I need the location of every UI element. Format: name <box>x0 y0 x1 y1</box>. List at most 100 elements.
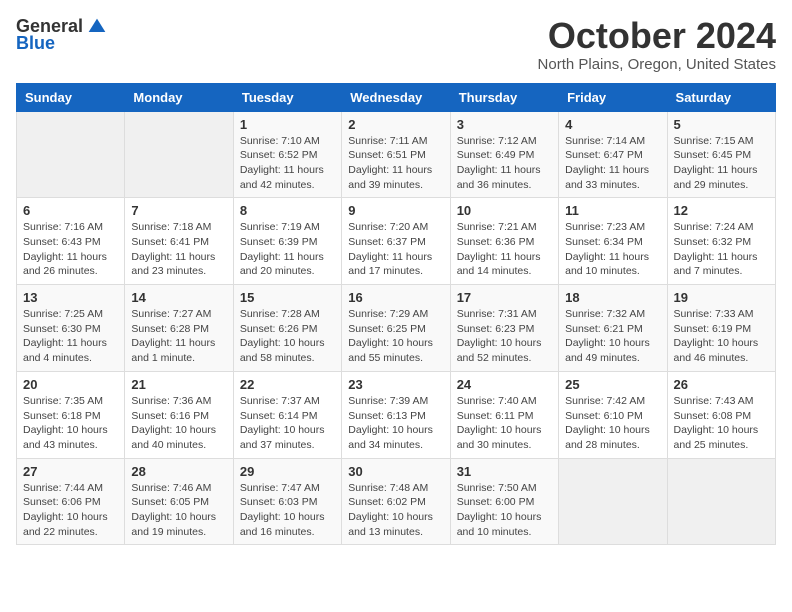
day-number: 11 <box>565 203 660 218</box>
day-info: Sunrise: 7:15 AM Sunset: 6:45 PM Dayligh… <box>674 134 769 193</box>
calendar-cell <box>125 111 233 198</box>
calendar-cell: 26 Sunrise: 7:43 AM Sunset: 6:08 PM Dayli… <box>667 371 775 458</box>
day-number: 8 <box>240 203 335 218</box>
calendar-cell: 12 Sunrise: 7:24 AM Sunset: 6:32 PM Dayli… <box>667 198 775 285</box>
weekday-header-friday: Friday <box>559 83 667 111</box>
calendar-cell: 20 Sunrise: 7:35 AM Sunset: 6:18 PM Dayli… <box>17 371 125 458</box>
day-info: Sunrise: 7:14 AM Sunset: 6:47 PM Dayligh… <box>565 134 660 193</box>
day-info: Sunrise: 7:46 AM Sunset: 6:05 PM Dayligh… <box>131 481 226 540</box>
day-info: Sunrise: 7:39 AM Sunset: 6:13 PM Dayligh… <box>348 394 443 453</box>
calendar-cell: 2 Sunrise: 7:11 AM Sunset: 6:51 PM Daylig… <box>342 111 450 198</box>
day-info: Sunrise: 7:43 AM Sunset: 6:08 PM Dayligh… <box>674 394 769 453</box>
calendar-cell: 13Sunrise: 7:25 AM Sunset: 6:30 PM Dayli… <box>17 285 125 372</box>
day-info: Sunrise: 7:35 AM Sunset: 6:18 PM Dayligh… <box>23 394 118 453</box>
day-number: 15 <box>240 290 335 305</box>
calendar-cell: 29Sunrise: 7:47 AM Sunset: 6:03 PM Dayli… <box>233 458 341 545</box>
calendar-table: SundayMondayTuesdayWednesdayThursdayFrid… <box>16 83 776 546</box>
day-info: Sunrise: 7:37 AM Sunset: 6:14 PM Dayligh… <box>240 394 335 453</box>
day-number: 5 <box>674 117 769 132</box>
calendar-cell: 25Sunrise: 7:42 AM Sunset: 6:10 PM Dayli… <box>559 371 667 458</box>
weekday-header-wednesday: Wednesday <box>342 83 450 111</box>
week-row-4: 20 Sunrise: 7:35 AM Sunset: 6:18 PM Dayli… <box>17 371 776 458</box>
day-info: Sunrise: 7:24 AM Sunset: 6:32 PM Dayligh… <box>674 220 769 279</box>
calendar-cell: 7 Sunrise: 7:18 AM Sunset: 6:41 PM Daylig… <box>125 198 233 285</box>
day-number: 30 <box>348 464 443 479</box>
calendar-cell: 17 Sunrise: 7:31 AM Sunset: 6:23 PM Dayli… <box>450 285 558 372</box>
calendar-cell: 3 Sunrise: 7:12 AM Sunset: 6:49 PM Daylig… <box>450 111 558 198</box>
calendar-cell: 27 Sunrise: 7:44 AM Sunset: 6:06 PM Dayli… <box>17 458 125 545</box>
day-info: Sunrise: 7:42 AM Sunset: 6:10 PM Dayligh… <box>565 394 660 453</box>
weekday-header-saturday: Saturday <box>667 83 775 111</box>
calendar-cell: 24 Sunrise: 7:40 AM Sunset: 6:11 PM Dayli… <box>450 371 558 458</box>
day-number: 19 <box>674 290 769 305</box>
day-number: 18 <box>565 290 660 305</box>
day-info: Sunrise: 7:40 AM Sunset: 6:11 PM Dayligh… <box>457 394 552 453</box>
calendar-cell: 8 Sunrise: 7:19 AM Sunset: 6:39 PM Daylig… <box>233 198 341 285</box>
day-number: 4 <box>565 117 660 132</box>
calendar-cell <box>559 458 667 545</box>
day-number: 9 <box>348 203 443 218</box>
day-info: Sunrise: 7:16 AM Sunset: 6:43 PM Dayligh… <box>23 220 118 279</box>
day-info: Sunrise: 7:10 AM Sunset: 6:52 PM Dayligh… <box>240 134 335 193</box>
weekday-header-thursday: Thursday <box>450 83 558 111</box>
logo: General Blue <box>16 16 107 54</box>
weekday-header-tuesday: Tuesday <box>233 83 341 111</box>
day-number: 23 <box>348 377 443 392</box>
day-number: 28 <box>131 464 226 479</box>
calendar-cell <box>667 458 775 545</box>
calendar-cell: 22Sunrise: 7:37 AM Sunset: 6:14 PM Dayli… <box>233 371 341 458</box>
calendar-cell: 23 Sunrise: 7:39 AM Sunset: 6:13 PM Dayli… <box>342 371 450 458</box>
weekday-header-monday: Monday <box>125 83 233 111</box>
title-section: October 2024 North Plains, Oregon, Unite… <box>538 16 776 73</box>
weekday-header-row: SundayMondayTuesdayWednesdayThursdayFrid… <box>17 83 776 111</box>
day-number: 2 <box>348 117 443 132</box>
day-number: 20 <box>23 377 118 392</box>
day-number: 10 <box>457 203 552 218</box>
day-number: 24 <box>457 377 552 392</box>
calendar-cell <box>17 111 125 198</box>
day-info: Sunrise: 7:12 AM Sunset: 6:49 PM Dayligh… <box>457 134 552 193</box>
calendar-cell: 15Sunrise: 7:28 AM Sunset: 6:26 PM Dayli… <box>233 285 341 372</box>
day-info: Sunrise: 7:31 AM Sunset: 6:23 PM Dayligh… <box>457 307 552 366</box>
week-row-3: 13Sunrise: 7:25 AM Sunset: 6:30 PM Dayli… <box>17 285 776 372</box>
day-number: 27 <box>23 464 118 479</box>
day-info: Sunrise: 7:11 AM Sunset: 6:51 PM Dayligh… <box>348 134 443 193</box>
day-info: Sunrise: 7:47 AM Sunset: 6:03 PM Dayligh… <box>240 481 335 540</box>
day-info: Sunrise: 7:36 AM Sunset: 6:16 PM Dayligh… <box>131 394 226 453</box>
day-info: Sunrise: 7:23 AM Sunset: 6:34 PM Dayligh… <box>565 220 660 279</box>
calendar-cell: 30 Sunrise: 7:48 AM Sunset: 6:02 PM Dayli… <box>342 458 450 545</box>
calendar-cell: 4 Sunrise: 7:14 AM Sunset: 6:47 PM Daylig… <box>559 111 667 198</box>
day-info: Sunrise: 7:50 AM Sunset: 6:00 PM Dayligh… <box>457 481 552 540</box>
weekday-header-sunday: Sunday <box>17 83 125 111</box>
day-number: 16 <box>348 290 443 305</box>
day-info: Sunrise: 7:18 AM Sunset: 6:41 PM Dayligh… <box>131 220 226 279</box>
day-number: 7 <box>131 203 226 218</box>
calendar-cell: 19Sunrise: 7:33 AM Sunset: 6:19 PM Dayli… <box>667 285 775 372</box>
day-number: 21 <box>131 377 226 392</box>
day-number: 3 <box>457 117 552 132</box>
day-number: 26 <box>674 377 769 392</box>
logo-icon <box>87 17 107 37</box>
week-row-5: 27 Sunrise: 7:44 AM Sunset: 6:06 PM Dayli… <box>17 458 776 545</box>
calendar-cell: 5 Sunrise: 7:15 AM Sunset: 6:45 PM Daylig… <box>667 111 775 198</box>
location-text: North Plains, Oregon, United States <box>538 56 776 73</box>
calendar-cell: 14Sunrise: 7:27 AM Sunset: 6:28 PM Dayli… <box>125 285 233 372</box>
week-row-1: 1Sunrise: 7:10 AM Sunset: 6:52 PM Daylig… <box>17 111 776 198</box>
day-info: Sunrise: 7:44 AM Sunset: 6:06 PM Dayligh… <box>23 481 118 540</box>
day-info: Sunrise: 7:19 AM Sunset: 6:39 PM Dayligh… <box>240 220 335 279</box>
day-info: Sunrise: 7:25 AM Sunset: 6:30 PM Dayligh… <box>23 307 118 366</box>
day-number: 6 <box>23 203 118 218</box>
calendar-cell: 11 Sunrise: 7:23 AM Sunset: 6:34 PM Dayli… <box>559 198 667 285</box>
day-info: Sunrise: 7:27 AM Sunset: 6:28 PM Dayligh… <box>131 307 226 366</box>
calendar-cell: 31Sunrise: 7:50 AM Sunset: 6:00 PM Dayli… <box>450 458 558 545</box>
day-number: 17 <box>457 290 552 305</box>
day-number: 12 <box>674 203 769 218</box>
calendar-cell: 10Sunrise: 7:21 AM Sunset: 6:36 PM Dayli… <box>450 198 558 285</box>
month-title: October 2024 <box>538 16 776 56</box>
day-info: Sunrise: 7:48 AM Sunset: 6:02 PM Dayligh… <box>348 481 443 540</box>
day-info: Sunrise: 7:29 AM Sunset: 6:25 PM Dayligh… <box>348 307 443 366</box>
calendar-cell: 1Sunrise: 7:10 AM Sunset: 6:52 PM Daylig… <box>233 111 341 198</box>
week-row-2: 6 Sunrise: 7:16 AM Sunset: 6:43 PM Daylig… <box>17 198 776 285</box>
calendar-cell: 9Sunrise: 7:20 AM Sunset: 6:37 PM Daylig… <box>342 198 450 285</box>
logo-blue-text: Blue <box>16 33 55 54</box>
